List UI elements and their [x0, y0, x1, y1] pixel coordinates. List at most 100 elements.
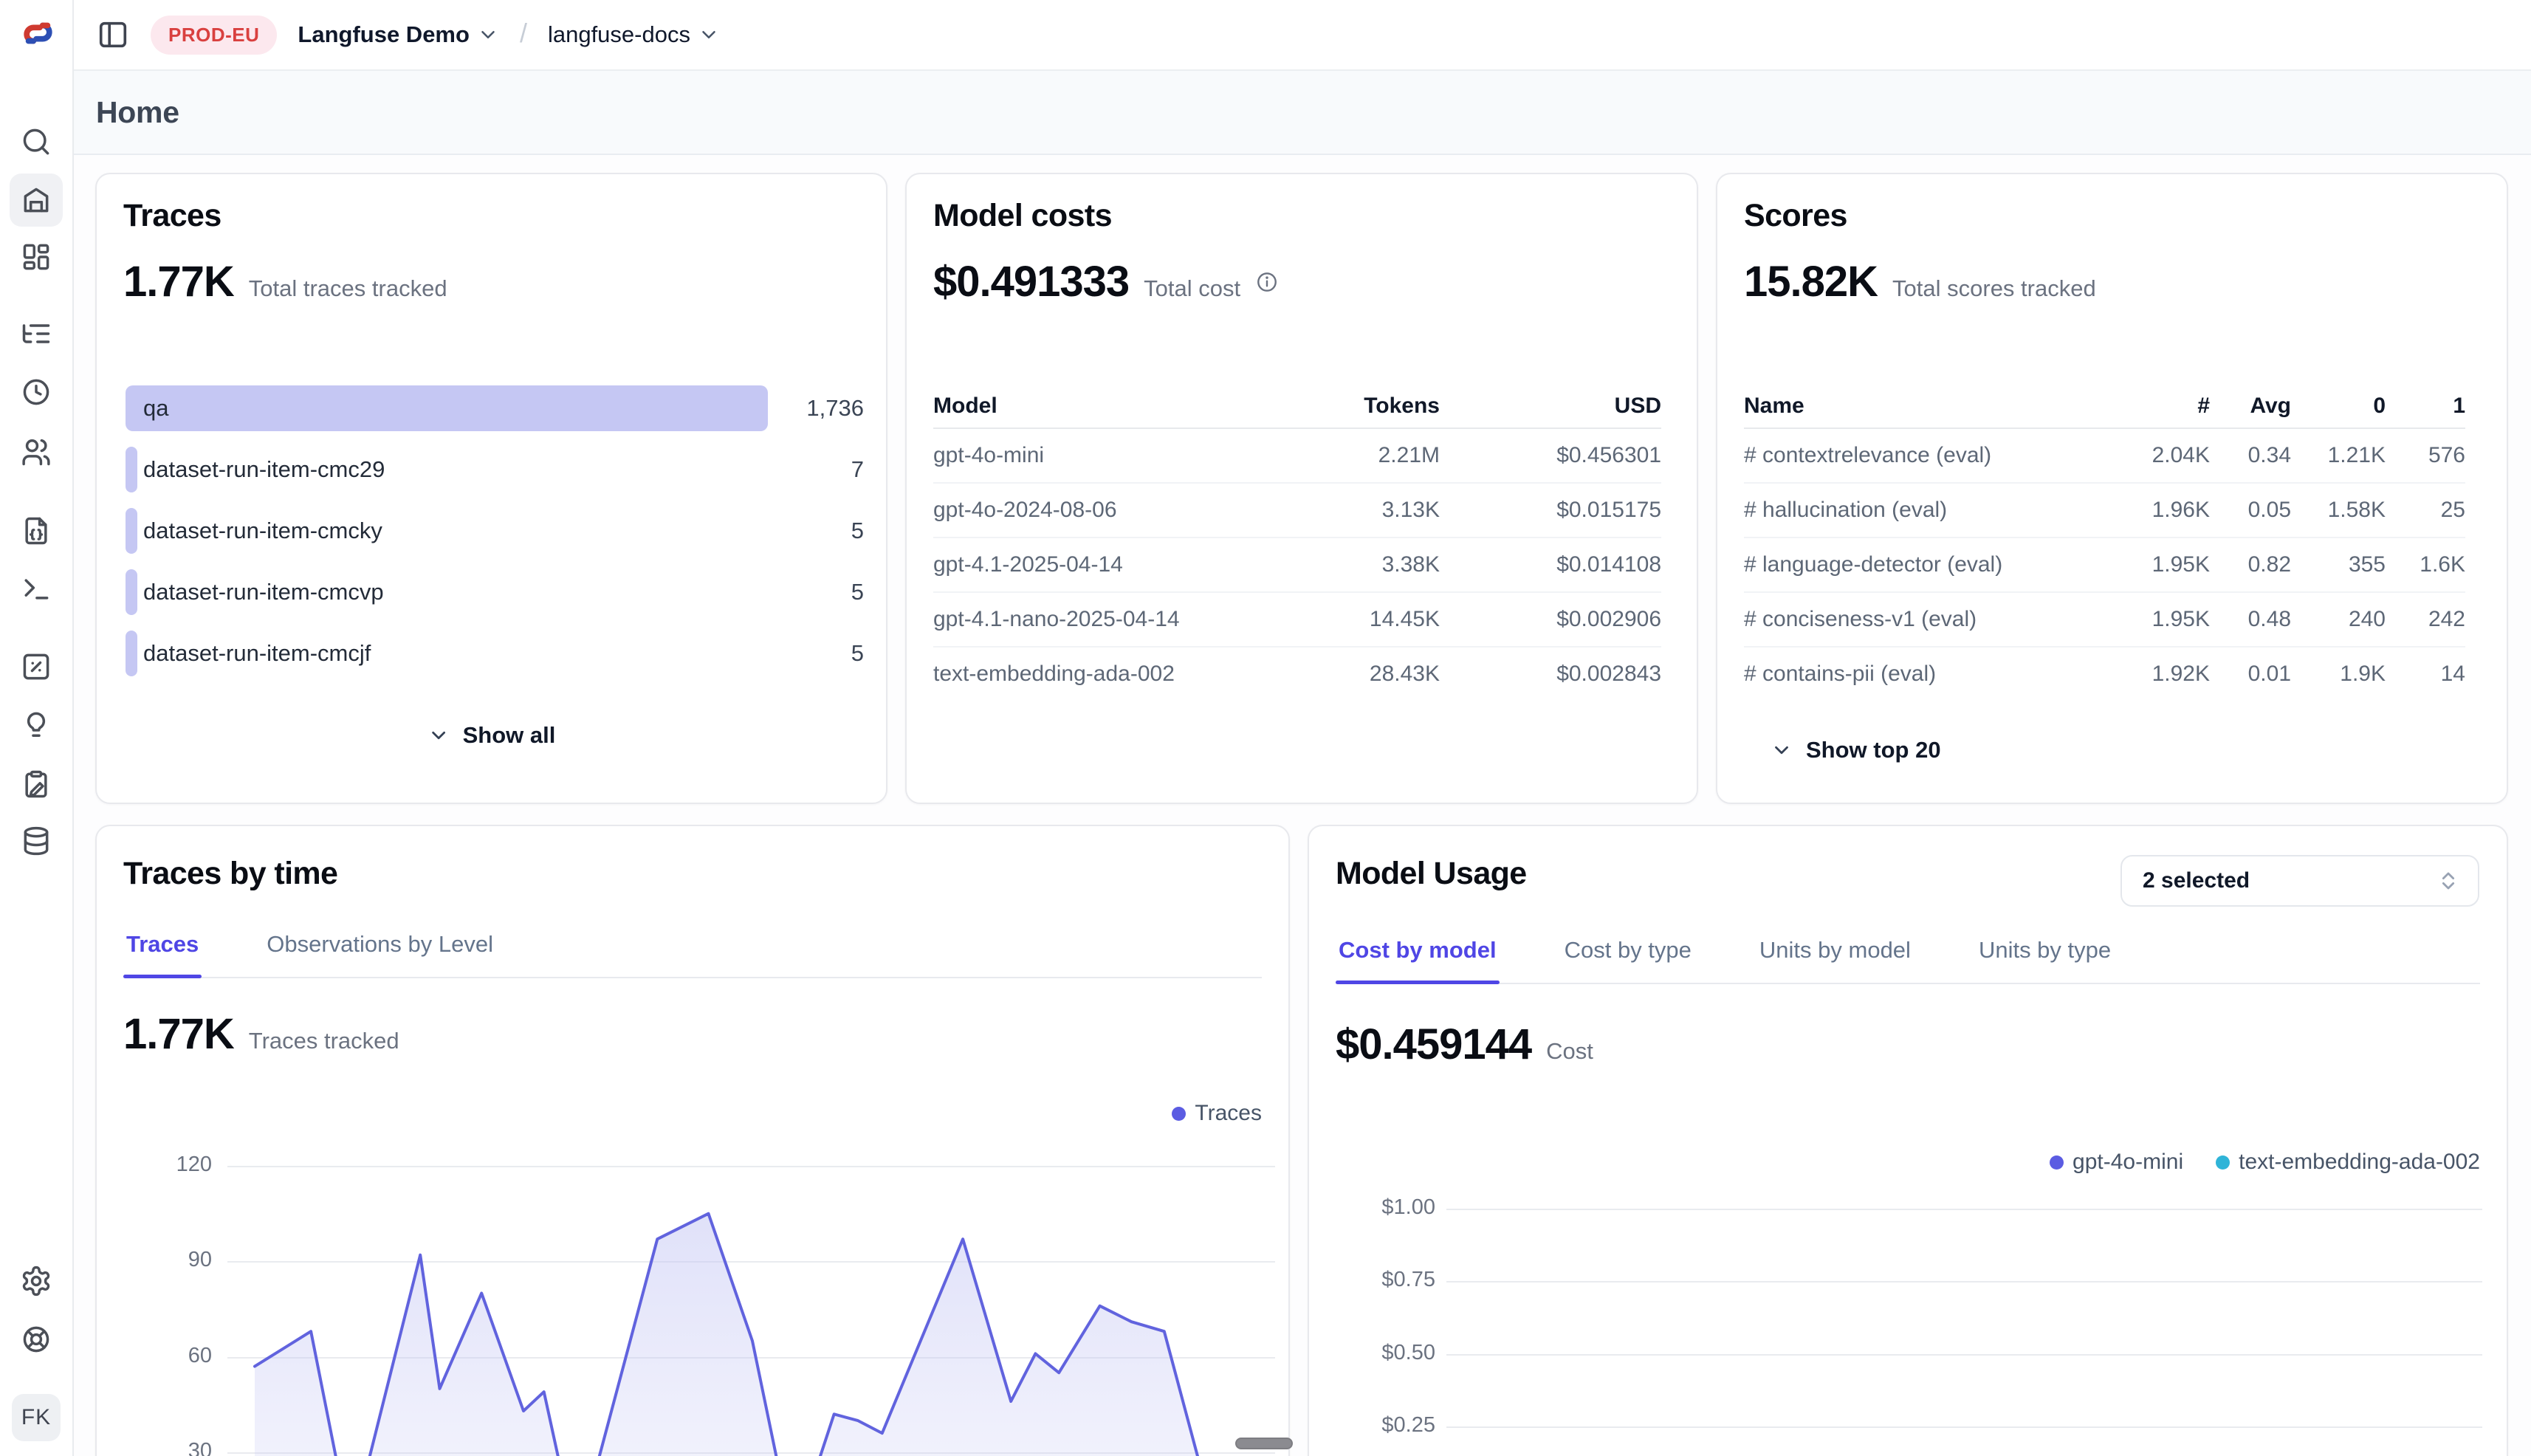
show-top-20-button[interactable]: Show top 20 [1771, 737, 1941, 763]
org-switcher[interactable]: Langfuse Demo [298, 21, 499, 48]
project-name: langfuse-docs [548, 21, 690, 48]
table-row: text-embedding-ada-002 28.43K $0.002843 [933, 646, 1661, 701]
table-row: gpt-4.1-nano-2025-04-14 14.45K $0.002906 [933, 591, 1661, 646]
main-content: Traces 1.77K Total traces tracked qa 1,7… [74, 155, 2531, 1456]
legend-label: gpt-4o-mini [2072, 1150, 2183, 1175]
sidebar-item-settings[interactable] [10, 1254, 63, 1308]
traces-tracked-label: Traces tracked [249, 1028, 399, 1054]
tab-traces[interactable]: Traces [123, 931, 202, 977]
horizontal-scrollbar-thumb[interactable] [1235, 1438, 1293, 1449]
sidebar-item-evaluation[interactable] [10, 640, 63, 693]
total-cost-label: Total cost [1144, 275, 1240, 302]
tab-cost-by-model[interactable]: Cost by model [1336, 937, 1500, 983]
user-avatar[interactable]: FK [12, 1394, 61, 1441]
table-header: Model Tokens USD [933, 385, 1661, 427]
card-title: Scores [1744, 198, 1847, 234]
traces-card: Traces 1.77K Total traces tracked qa 1,7… [95, 173, 887, 804]
model-select-dropdown[interactable]: 2 selected [2120, 855, 2479, 907]
langfuse-logo-icon [21, 16, 55, 54]
page-title: Home [96, 95, 179, 130]
info-icon[interactable] [1255, 270, 1279, 294]
sidebar-item-database[interactable] [10, 814, 63, 868]
bar [126, 631, 137, 676]
sidebar-item-playground[interactable] [10, 563, 63, 616]
bar-row[interactable]: dataset-run-item-cmcky 5 [126, 508, 864, 554]
bar-label: qa [143, 395, 168, 422]
sidebar-item-datasets[interactable] [10, 758, 63, 811]
sidebar-item-home[interactable] [10, 174, 63, 227]
org-name: Langfuse Demo [298, 21, 470, 48]
table-row: # language-detector (eval) 1.95K 0.82 35… [1744, 537, 2465, 591]
tab-units-by-type[interactable]: Units by type [1976, 937, 2114, 983]
chevron-down-icon [427, 724, 450, 746]
chart-legend: Traces [1172, 1101, 1262, 1126]
bar-row[interactable]: dataset-run-item-cmcvp 5 [126, 569, 864, 615]
table-row: gpt-4.1-2025-04-14 3.38K $0.014108 [933, 537, 1661, 591]
sidebar-toggle-button[interactable] [96, 18, 130, 52]
database-icon [20, 825, 52, 857]
show-all-button[interactable]: Show all [427, 722, 556, 749]
users-icon [20, 436, 52, 468]
sidebar-item-support[interactable] [10, 1313, 63, 1366]
card-title: Model Usage [1336, 856, 1527, 892]
traces-by-time-card: Traces by time Traces Observations by Le… [95, 825, 1290, 1456]
sidebar-item-sessions[interactable] [10, 365, 63, 419]
panel-left-icon [96, 18, 130, 52]
clipboard-pen-icon [20, 768, 52, 800]
tab-observations-by-level[interactable]: Observations by Level [264, 931, 496, 977]
tab-units-by-model[interactable]: Units by model [1756, 937, 1914, 983]
sidebar: FK [0, 0, 74, 1456]
sidebar-item-dashboards[interactable] [10, 230, 63, 284]
y-axis-tick-label: $1.00 [1336, 1195, 1435, 1220]
chevron-down-icon [698, 24, 720, 46]
bar-value: 5 [851, 579, 864, 605]
scores-total-label: Total scores tracked [1892, 275, 2096, 302]
bar [126, 508, 137, 554]
page-header: Home [74, 71, 2531, 155]
clock-icon [20, 376, 52, 408]
chevron-down-icon [477, 24, 499, 46]
card-title: Model costs [933, 198, 1112, 234]
table-row: gpt-4o-mini 2.21M $0.456301 [933, 427, 1661, 482]
bar-row[interactable]: dataset-run-item-cmc29 7 [126, 447, 864, 492]
legend-dot [2050, 1155, 2064, 1170]
life-buoy-icon [20, 1323, 52, 1356]
bar-label: dataset-run-item-cmcky [143, 518, 382, 544]
total-cost: $0.491333 [933, 257, 1129, 306]
dashboard-icon [20, 241, 52, 273]
table-row: # contains-pii (eval) 1.92K 0.01 1.9K 14 [1744, 646, 2465, 701]
bar-label: dataset-run-item-cmcjf [143, 640, 371, 667]
table-row: gpt-4o-2024-08-06 3.13K $0.015175 [933, 482, 1661, 537]
lightbulb-icon [20, 709, 52, 741]
gear-icon [20, 1265, 52, 1297]
chart-gridline [1446, 1426, 2482, 1428]
bar-row[interactable]: qa 1,736 [126, 385, 864, 431]
bar-row[interactable]: dataset-run-item-cmcjf 5 [126, 631, 864, 676]
bar [126, 385, 768, 431]
sidebar-item-prompts[interactable] [10, 504, 63, 557]
chevron-down-icon [1771, 739, 1793, 761]
chevrons-up-down-icon [2436, 869, 2460, 893]
traces-tracked: 1.77K [123, 1009, 234, 1059]
bar-label: dataset-run-item-cmcvp [143, 579, 384, 605]
sidebar-item-annotations[interactable] [10, 698, 63, 752]
sidebar-item-users[interactable] [10, 425, 63, 478]
bar-value: 5 [851, 640, 864, 667]
model-costs-card: Model costs $0.491333 Total cost Model T… [905, 173, 1698, 804]
tab-cost-by-type[interactable]: Cost by type [1562, 937, 1694, 983]
scores-total: 15.82K [1744, 257, 1878, 306]
sidebar-item-tracing[interactable] [10, 307, 63, 360]
bar-label: dataset-run-item-cmc29 [143, 456, 385, 483]
project-switcher[interactable]: langfuse-docs [548, 21, 720, 48]
chart-gridline [1446, 1281, 2482, 1282]
legend-label: text-embedding-ada-002 [2239, 1150, 2480, 1175]
scores-card: Scores 15.82K Total scores tracked Name … [1716, 173, 2508, 804]
environment-badge: PROD-EU [151, 16, 277, 55]
table-row: # conciseness-v1 (eval) 1.95K 0.48 240 2… [1744, 591, 2465, 646]
terminal-icon [20, 573, 52, 605]
list-tree-icon [20, 317, 52, 350]
model-usage-chart: $1.00$0.75$0.50$0.25 [1336, 1195, 2482, 1456]
usage-cost: $0.459144 [1336, 1020, 1531, 1069]
legend-dot [2216, 1155, 2230, 1170]
sidebar-item-search[interactable] [10, 115, 63, 168]
